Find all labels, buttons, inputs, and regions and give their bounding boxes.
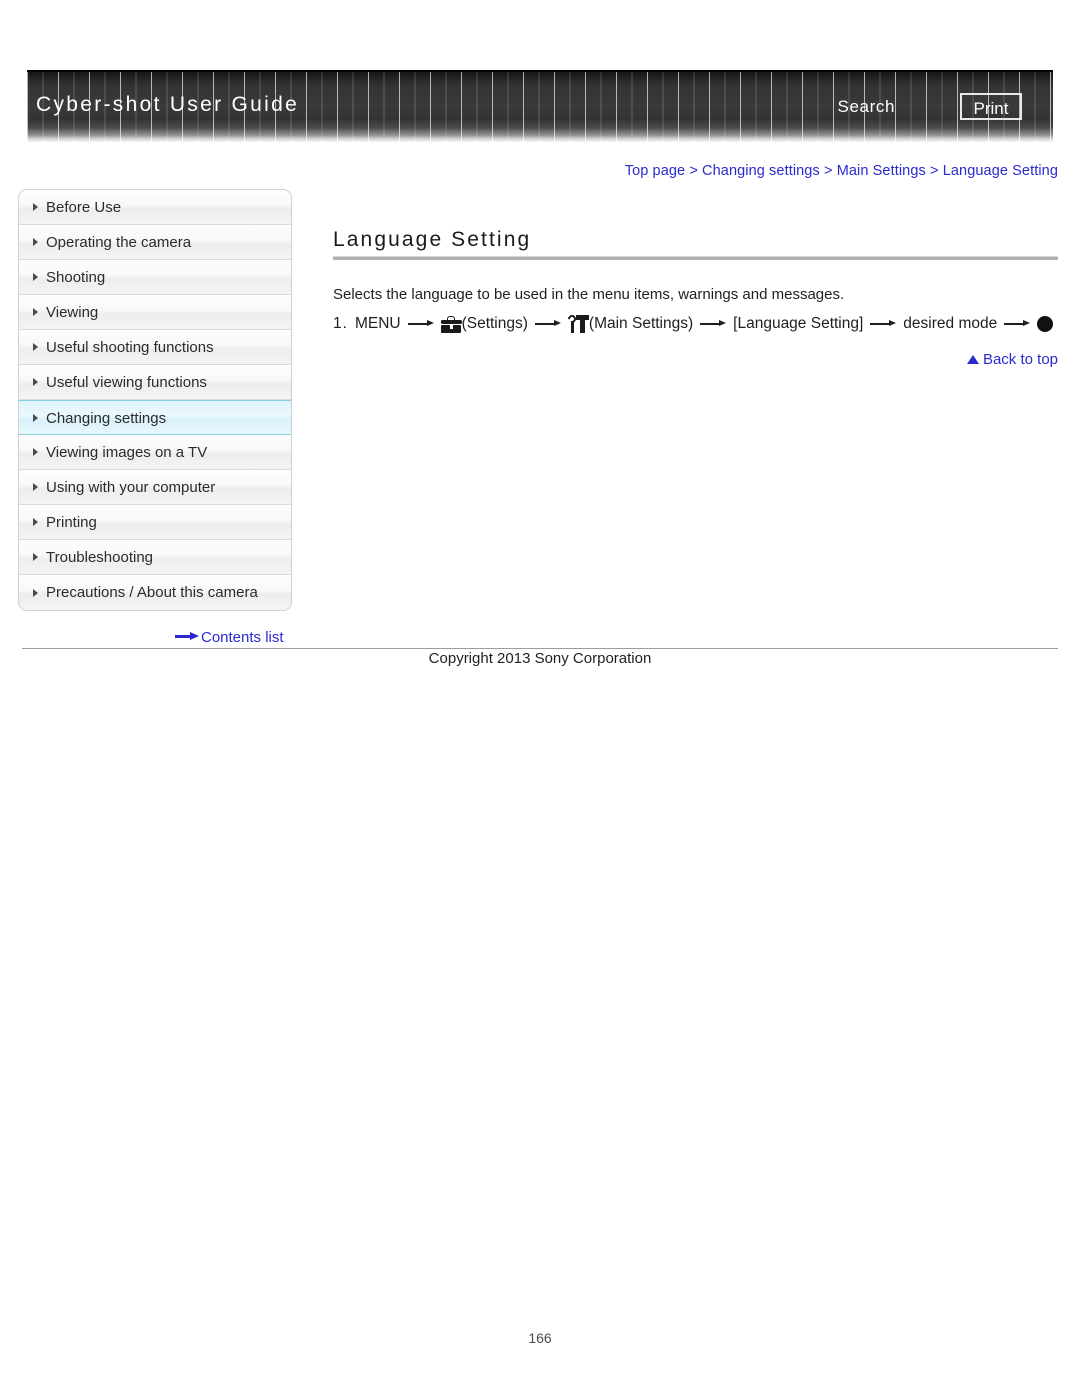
sidebar-item-label: Changing settings xyxy=(46,410,167,427)
sidebar-item-label: Troubleshooting xyxy=(46,549,154,566)
site-header: Cyber-shot User Guide Search Print xyxy=(27,70,1053,142)
breadcrumb-item-top-page[interactable]: Top page xyxy=(625,163,685,179)
breadcrumb-separator: > xyxy=(823,163,833,179)
triangle-bullet-icon xyxy=(33,203,38,211)
sidebar-item-useful-viewing-functions[interactable]: Useful viewing functions xyxy=(19,365,291,400)
sidebar-item-label: Viewing images on a TV xyxy=(46,444,208,461)
page-number: 166 xyxy=(528,1330,552,1346)
copyright-text: Copyright 2013 Sony Corporation xyxy=(428,650,652,667)
footer-divider xyxy=(22,648,1058,649)
sidebar-item-label: Using with your computer xyxy=(46,479,216,496)
sidebar-item-label: Printing xyxy=(46,514,97,531)
center-button-dot-icon xyxy=(1037,316,1054,332)
print-button[interactable]: Print xyxy=(960,93,1022,120)
right-arrow-icon xyxy=(870,319,897,329)
triangle-bullet-icon xyxy=(33,588,38,597)
breadcrumb-item-language-setting[interactable]: Language Setting xyxy=(943,163,1058,179)
settings-label: (Settings) xyxy=(461,315,528,332)
triangle-bullet-icon xyxy=(33,378,38,386)
right-arrow-icon xyxy=(534,319,561,329)
sidebar-item-label: Shooting xyxy=(46,269,106,286)
toolbox-icon xyxy=(440,315,462,333)
right-arrow-icon xyxy=(1004,319,1031,329)
sidebar-item-printing[interactable]: Printing xyxy=(19,505,291,540)
triangle-bullet-icon xyxy=(33,238,38,246)
triangle-bullet-icon xyxy=(33,483,38,491)
right-arrow-icon xyxy=(175,632,199,641)
right-arrow-icon xyxy=(407,319,434,329)
title-divider xyxy=(333,256,1058,260)
back-to-top-label: Back to top xyxy=(982,351,1058,368)
sidebar-item-troubleshooting[interactable]: Troubleshooting xyxy=(19,540,291,575)
wrench-toolbox-icon xyxy=(566,313,589,333)
right-arrow-icon xyxy=(700,319,727,329)
triangle-bullet-icon xyxy=(33,413,38,422)
breadcrumb-item-changing-settings[interactable]: Changing settings xyxy=(702,163,820,179)
step-number: 1. xyxy=(333,315,348,332)
triangle-bullet-icon xyxy=(33,448,38,456)
sidebar-item-label: Useful viewing functions xyxy=(46,374,207,391)
contents-list-link[interactable]: Contents list xyxy=(175,629,284,646)
triangle-bullet-icon xyxy=(33,518,38,526)
sidebar-item-viewing-images-on-a-tv[interactable]: Viewing images on a TV xyxy=(19,435,291,470)
sidebar-item-before-use[interactable]: Before Use xyxy=(19,190,291,225)
search-link[interactable]: Search xyxy=(838,97,895,117)
sidebar-item-shooting[interactable]: Shooting xyxy=(19,260,291,295)
triangle-bullet-icon xyxy=(33,343,38,351)
language-setting-bracket-label: [Language Setting] xyxy=(733,315,864,332)
back-to-top-link[interactable]: Back to top xyxy=(966,351,1058,368)
triangle-bullet-icon xyxy=(33,273,38,281)
triangle-bullet-icon xyxy=(33,553,38,561)
sidebar-item-label: Before Use xyxy=(46,199,122,216)
triangle-bullet-icon xyxy=(33,308,38,316)
sidebar-item-changing-settings[interactable]: Changing settings xyxy=(19,400,291,435)
up-triangle-icon xyxy=(966,355,979,364)
desired-mode-label: desired mode xyxy=(903,315,998,332)
sidebar-item-label: Useful shooting functions xyxy=(46,339,214,356)
menu-label: MENU xyxy=(354,315,401,332)
breadcrumb-separator: > xyxy=(689,163,698,179)
header-top-border xyxy=(27,70,1053,72)
breadcrumb-separator: > xyxy=(929,163,939,179)
sidebar-item-label: Precautions / About this camera xyxy=(46,584,258,601)
sidebar-item-precautions-about-this-camera[interactable]: Precautions / About this camera xyxy=(19,575,291,610)
contents-list-label: Contents list xyxy=(201,629,284,646)
sidebar-item-viewing[interactable]: Viewing xyxy=(19,295,291,330)
page-title: Language Setting xyxy=(333,228,532,251)
sidebar-item-label: Operating the camera xyxy=(46,234,192,251)
sidebar-item-operating-the-camera[interactable]: Operating the camera xyxy=(19,225,291,260)
step-instruction: 1. MENU (Settings) (Main Settings) [Lang… xyxy=(333,313,1054,333)
site-title: Cyber-shot User Guide xyxy=(36,93,300,116)
main-settings-label: (Main Settings) xyxy=(588,315,694,332)
sidebar-item-label: Viewing xyxy=(46,304,99,321)
sidebar-navigation: Before Use Operating the camera Shooting… xyxy=(18,189,292,611)
breadcrumb-item-main-settings[interactable]: Main Settings xyxy=(837,163,926,179)
sidebar-item-using-with-your-computer[interactable]: Using with your computer xyxy=(19,470,291,505)
sidebar-item-useful-shooting-functions[interactable]: Useful shooting functions xyxy=(19,330,291,365)
intro-paragraph: Selects the language to be used in the m… xyxy=(333,286,845,303)
breadcrumb: Top page > Changing settings > Main Sett… xyxy=(625,163,1058,179)
